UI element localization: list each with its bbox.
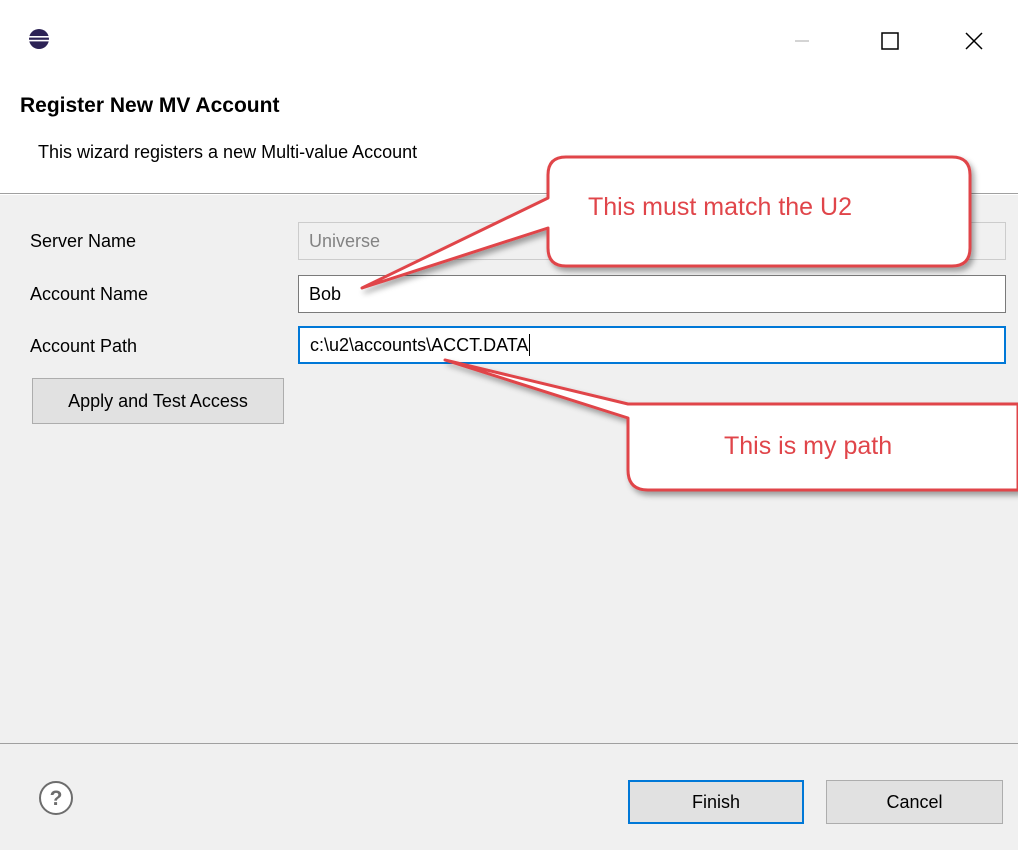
close-icon — [965, 32, 983, 50]
help-icon[interactable]: ? — [38, 780, 74, 816]
cancel-button[interactable]: Cancel — [826, 780, 1003, 824]
server-name-field: Universe — [298, 222, 1006, 260]
minimize-button[interactable] — [774, 18, 830, 64]
svg-text:?: ? — [50, 787, 63, 810]
title-bar[interactable] — [0, 0, 1018, 78]
maximize-button[interactable] — [862, 18, 918, 64]
wizard-header: Register New MV Account This wizard regi… — [0, 78, 1018, 194]
account-name-label: Account Name — [30, 284, 149, 304]
eclipse-icon — [29, 29, 49, 49]
maximize-icon — [881, 32, 899, 50]
account-name-value: Bob — [309, 283, 342, 304]
wizard-footer: ? Finish Cancel — [0, 743, 1018, 850]
account-path-label: Account Path — [30, 336, 138, 356]
page-description: This wizard registers a new Multi-value … — [38, 142, 418, 162]
finish-button[interactable]: Finish — [628, 780, 804, 824]
account-path-field[interactable]: c:\u2\accounts\ACCT.DATA — [298, 326, 1006, 364]
callout-my-path-text: This is my path — [724, 432, 893, 460]
server-name-label: Server Name — [30, 231, 137, 251]
text-caret — [529, 334, 531, 356]
server-name-value: Universe — [309, 230, 381, 251]
account-path-value: c:\u2\accounts\ACCT.DATA — [310, 334, 529, 355]
page-title: Register New MV Account — [20, 94, 280, 117]
account-name-field[interactable]: Bob — [298, 275, 1006, 313]
minimize-icon — [795, 40, 809, 42]
wizard-window: Register New MV Account This wizard regi… — [0, 0, 1018, 850]
close-button[interactable] — [946, 18, 1002, 64]
callout-must-match-text: This must match the U2 — [588, 193, 852, 221]
wizard-body: Server Name Universe Account Name Bob Ac… — [0, 195, 1018, 743]
apply-test-access-button[interactable]: Apply and Test Access — [32, 378, 284, 424]
